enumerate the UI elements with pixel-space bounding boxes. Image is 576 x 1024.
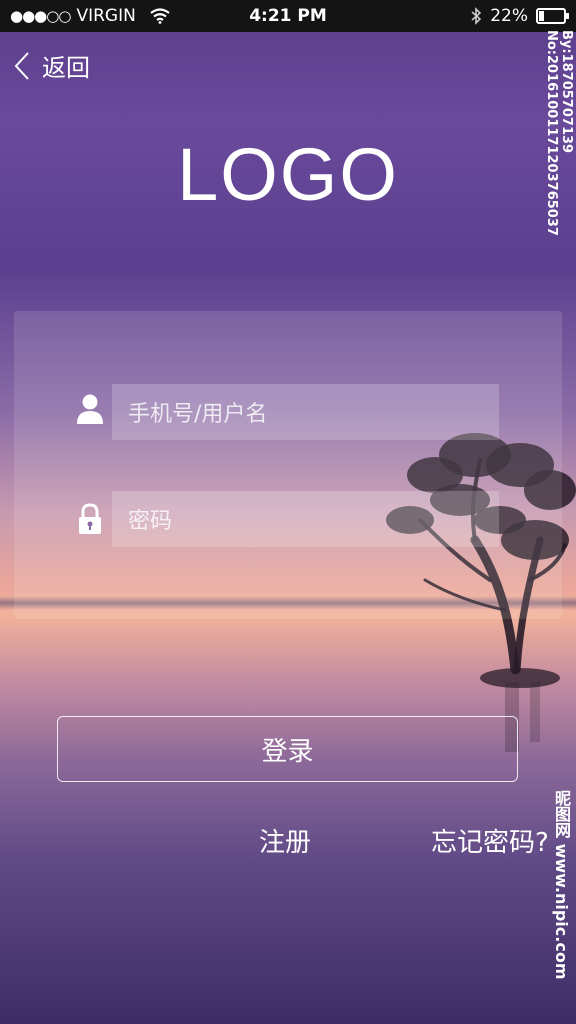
app-logo: LOGO: [177, 133, 399, 216]
login-button[interactable]: 登录: [57, 716, 518, 782]
carrier-label: VIRGIN: [76, 6, 136, 26]
forgot-password-link[interactable]: 忘记密码?: [431, 822, 549, 859]
username-placeholder: 手机号/用户名: [128, 402, 268, 427]
watermark-id-text: By:18705707139 No:20161001171203765037: [544, 30, 574, 236]
back-button[interactable]: 返回: [14, 48, 90, 83]
wifi-icon: [150, 8, 170, 24]
login-form-panel: [14, 311, 562, 619]
site-watermark: 昵图网 www.nipic.com: [552, 790, 571, 980]
battery-percent: 22%: [490, 6, 528, 26]
register-link[interactable]: 注册: [259, 822, 311, 859]
status-bar: ●●●○○ VIRGIN 4:21 PM 22%: [0, 0, 576, 32]
chevron-left-icon: [14, 51, 29, 80]
lock-icon: [79, 503, 101, 534]
user-icon: [77, 394, 103, 424]
status-time: 4:21 PM: [249, 6, 327, 26]
back-label: 返回: [42, 54, 90, 82]
signal-strength-icon: ●●●○○: [10, 7, 71, 25]
password-input[interactable]: 密码: [112, 491, 499, 547]
password-placeholder: 密码: [128, 509, 173, 534]
bluetooth-icon: [471, 7, 482, 25]
battery-icon: [536, 8, 569, 24]
username-input[interactable]: 手机号/用户名: [112, 384, 499, 440]
